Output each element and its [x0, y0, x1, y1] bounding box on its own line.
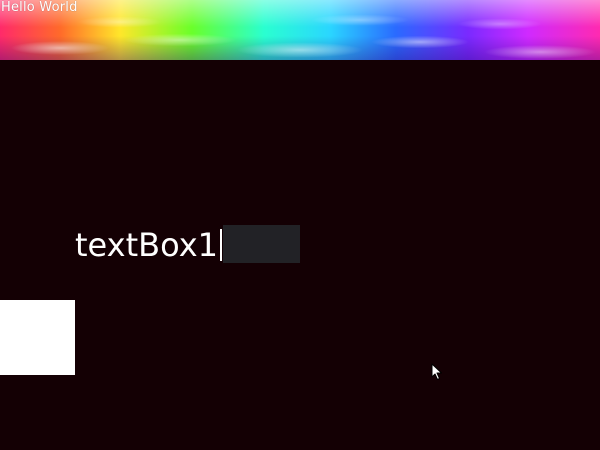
- text-box-value[interactable]: textBox1: [75, 225, 223, 263]
- text-box-text: textBox1: [75, 226, 218, 263]
- title-banner: Hello World: [0, 0, 600, 60]
- text-box[interactable]: textBox1: [75, 225, 300, 263]
- banner-highlights: [0, 0, 600, 60]
- white-square: [0, 300, 75, 375]
- window-title: Hello World: [1, 0, 78, 15]
- text-caret: [220, 229, 222, 261]
- mouse-pointer-icon: [431, 363, 442, 380]
